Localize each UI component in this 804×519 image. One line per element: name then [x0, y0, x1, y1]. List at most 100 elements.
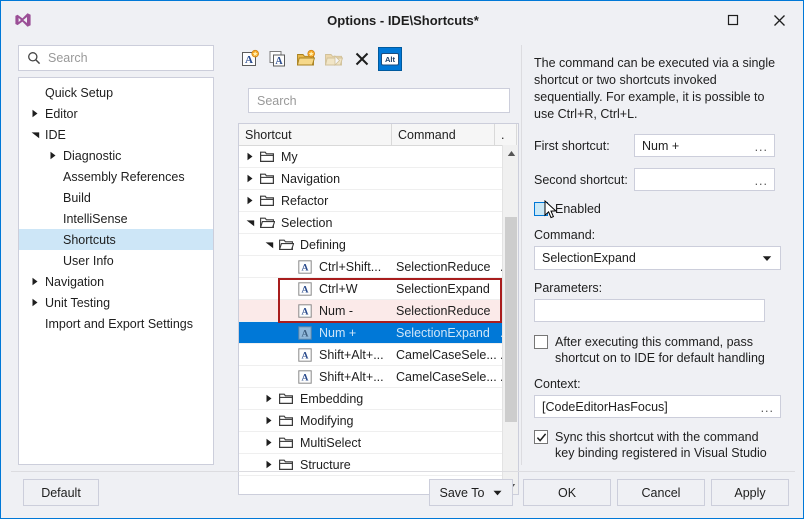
- cancel-button[interactable]: Cancel: [617, 479, 705, 506]
- chevron-expanded-icon[interactable]: [27, 131, 43, 139]
- grid-body[interactable]: My Navigation Refactor Selection Defining A Ct…: [239, 146, 503, 494]
- sidebar-item-unit-testing[interactable]: Unit Testing: [19, 292, 213, 313]
- title-bar: Options - IDE\Shortcuts*: [2, 2, 803, 38]
- grid-row[interactable]: Selection: [239, 212, 503, 234]
- pass-shortcut-checkbox[interactable]: [534, 335, 548, 349]
- enabled-checkbox[interactable]: [534, 202, 548, 216]
- chevron-collapsed-icon[interactable]: [262, 394, 276, 403]
- chevron-collapsed-icon[interactable]: [243, 196, 257, 205]
- chevron-collapsed-icon[interactable]: [45, 151, 61, 160]
- sidebar-item-label: Import and Export Settings: [45, 316, 193, 331]
- sidebar-item-label: Editor: [45, 106, 78, 121]
- folder-open-icon: [276, 238, 296, 251]
- grid-row[interactable]: Defining: [239, 234, 503, 256]
- grid-row[interactable]: My: [239, 146, 503, 168]
- chevron-expanded-icon[interactable]: [243, 219, 257, 227]
- first-shortcut-value: Num +: [642, 138, 680, 153]
- row-shortcut-text: My: [281, 149, 298, 164]
- grid-row[interactable]: Refactor: [239, 190, 503, 212]
- second-shortcut-field[interactable]: ...: [634, 168, 775, 191]
- grid-row[interactable]: Modifying: [239, 410, 503, 432]
- grid-row[interactable]: MultiSelect: [239, 432, 503, 454]
- grid-row[interactable]: ACtrl+Shift...SelectionReduce.: [239, 256, 503, 278]
- first-shortcut-field[interactable]: Num + ...: [634, 134, 775, 157]
- ok-button[interactable]: OK: [523, 479, 611, 506]
- grid-scrollbar[interactable]: [502, 145, 518, 494]
- sidebar-item-assembly-references[interactable]: Assembly References: [19, 166, 213, 187]
- grid-row[interactable]: Navigation: [239, 168, 503, 190]
- new-folder-icon[interactable]: [294, 47, 318, 71]
- delete-icon[interactable]: [350, 47, 374, 71]
- folder-closed-icon: [276, 392, 296, 405]
- shortcut-a-icon: A: [295, 347, 315, 362]
- chevron-collapsed-icon[interactable]: [27, 277, 43, 286]
- enabled-row: Enabled: [534, 201, 791, 217]
- command-dropdown[interactable]: SelectionExpand: [534, 246, 781, 270]
- grid-row[interactable]: Structure: [239, 454, 503, 476]
- chevron-collapsed-icon[interactable]: [262, 438, 276, 447]
- sidebar-item-build[interactable]: Build: [19, 187, 213, 208]
- pass-shortcut-row: After executing this command, pass short…: [534, 334, 791, 366]
- chevron-collapsed-icon[interactable]: [27, 298, 43, 307]
- folder-closed-icon: [276, 458, 296, 471]
- sidebar-item-editor[interactable]: Editor: [19, 103, 213, 124]
- row-shortcut-text: Num -: [319, 303, 354, 318]
- sidebar-item-diagnostic[interactable]: Diagnostic: [19, 145, 213, 166]
- sidebar-item-label: User Info: [63, 253, 114, 268]
- context-browse-button[interactable]: ...: [761, 401, 774, 415]
- sidebar-item-shortcuts[interactable]: Shortcuts: [19, 229, 213, 250]
- sync-checkbox[interactable]: [534, 430, 548, 444]
- row-shortcut-text: Shift+Alt+...: [319, 369, 384, 384]
- close-icon[interactable]: [756, 3, 802, 37]
- save-to-button[interactable]: Save To: [429, 479, 513, 506]
- parameters-field[interactable]: [534, 299, 765, 322]
- svg-text:A: A: [302, 306, 309, 317]
- grid-row[interactable]: ACtrl+WSelectionExpand.: [239, 278, 503, 300]
- command-value: SelectionExpand: [542, 251, 636, 265]
- grid-row[interactable]: Embedding: [239, 388, 503, 410]
- visual-studio-logo-icon: [12, 9, 34, 31]
- chevron-collapsed-icon[interactable]: [262, 416, 276, 425]
- sidebar-item-ide[interactable]: IDE: [19, 124, 213, 145]
- apply-button[interactable]: Apply: [711, 479, 789, 506]
- sidebar-item-import-and-export-settings[interactable]: Import and Export Settings: [19, 313, 213, 334]
- context-field[interactable]: [CodeEditorHasFocus] ...: [534, 395, 781, 418]
- shortcuts-panel: A A Alt Search Shortcut Command . My Nav…: [234, 45, 519, 495]
- first-shortcut-browse-button[interactable]: ...: [755, 140, 768, 154]
- options-dialog: Options - IDE\Shortcuts* Quick Setup Edit…: [0, 0, 804, 519]
- scroll-up-icon[interactable]: [503, 145, 518, 161]
- sidebar-search-box[interactable]: [18, 45, 214, 71]
- options-tree[interactable]: Quick Setup Editor IDE Diagnostic Assembly R…: [18, 77, 214, 465]
- chevron-collapsed-icon[interactable]: [243, 174, 257, 183]
- chevron-collapsed-icon[interactable]: [262, 460, 276, 469]
- shortcuts-grid: Shortcut Command . My Navigation Refactor S…: [238, 123, 519, 495]
- duplicate-shortcut-icon[interactable]: A: [266, 47, 290, 71]
- column-header-command[interactable]: Command: [392, 124, 495, 145]
- grid-row[interactable]: AShift+Alt+...CamelCaseSele....: [239, 366, 503, 388]
- maximize-icon[interactable]: [710, 3, 756, 37]
- sidebar-item-quick-setup[interactable]: Quick Setup: [19, 82, 213, 103]
- grid-row[interactable]: ANum +SelectionExpand.: [239, 322, 503, 344]
- sidebar-item-user-info[interactable]: User Info: [19, 250, 213, 271]
- second-shortcut-browse-button[interactable]: ...: [755, 174, 768, 188]
- scrollbar-thumb[interactable]: [505, 217, 517, 422]
- new-shortcut-icon[interactable]: A: [238, 47, 262, 71]
- sidebar-item-intellisense[interactable]: IntelliSense: [19, 208, 213, 229]
- grid-row[interactable]: ANum -SelectionReduce.: [239, 300, 503, 322]
- chevron-expanded-icon[interactable]: [262, 241, 276, 249]
- row-shortcut-text: Shift+Alt+...: [319, 347, 384, 362]
- grid-row[interactable]: AShift+Alt+...CamelCaseSele....: [239, 344, 503, 366]
- shortcut-search-input[interactable]: [249, 92, 509, 109]
- chevron-collapsed-icon[interactable]: [27, 109, 43, 118]
- first-shortcut-row: First shortcut: Num + ...: [534, 134, 791, 157]
- footer-separator: [11, 471, 795, 472]
- sidebar-item-navigation[interactable]: Navigation: [19, 271, 213, 292]
- column-header-shortcut[interactable]: Shortcut: [239, 124, 392, 145]
- shortcut-search-box[interactable]: [248, 88, 510, 113]
- sidebar-item-label: IDE: [45, 127, 66, 142]
- default-button[interactable]: Default: [23, 479, 99, 506]
- column-header-extra[interactable]: .: [495, 124, 517, 145]
- alt-toggle-icon[interactable]: Alt: [378, 47, 402, 71]
- chevron-collapsed-icon[interactable]: [243, 152, 257, 161]
- sidebar-search-input[interactable]: [41, 50, 213, 66]
